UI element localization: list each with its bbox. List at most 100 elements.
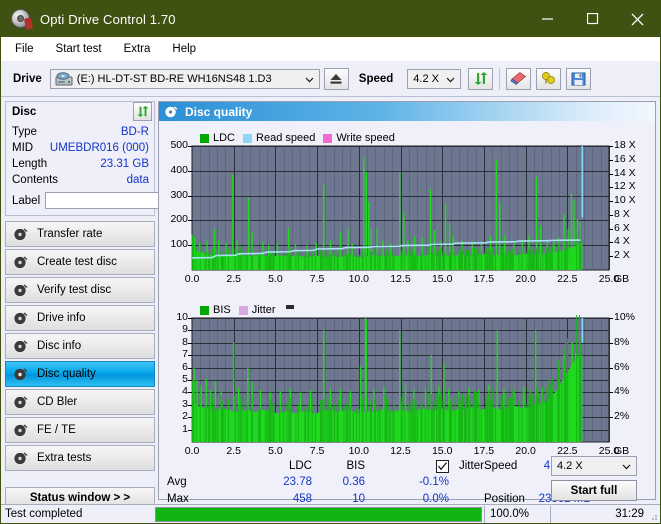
speed-label: Speed	[484, 460, 517, 472]
disc-quality-panel: Disc quality LDCBISJitterAvg23.780.36-0.…	[158, 101, 656, 500]
panel-header: Disc quality	[159, 102, 655, 121]
bis-chart-xtick: 10.0	[347, 445, 371, 457]
ldc-chart-xtick: 22.5	[555, 273, 579, 285]
resize-grip-icon[interactable]	[648, 511, 658, 521]
drive-select[interactable]: (E:) HL-DT-ST BD-RE WH16NS48 1.D3	[50, 69, 320, 89]
sidebar-item-cd-bler[interactable]: CD Bler	[5, 389, 155, 415]
save-icon	[571, 72, 586, 86]
speed-select[interactable]: 4.2 X	[407, 69, 461, 89]
legend-item: Write speed	[323, 132, 395, 144]
close-icon[interactable]	[615, 1, 660, 37]
bulb-button[interactable]	[536, 68, 561, 90]
ldc-column-header: LDC	[289, 460, 312, 472]
erase-button[interactable]	[506, 68, 531, 90]
bis-column-header: BIS	[346, 460, 365, 472]
tick	[609, 242, 613, 243]
disc-panel-header: Disc	[5, 101, 155, 121]
maximize-icon[interactable]	[570, 1, 615, 37]
disc-row-type: Type BD-R	[12, 124, 149, 140]
disc-refresh-button[interactable]	[133, 102, 152, 121]
sidebar-item-label: CD Bler	[37, 396, 77, 408]
tick	[609, 229, 613, 230]
disc-mid-value: UMEBDR016 (000)	[50, 142, 149, 154]
status-bar: Test completed 100.0% 31:29	[1, 504, 660, 523]
sidebar-item-fe-te[interactable]: FE / TE	[5, 417, 155, 443]
refresh-button[interactable]	[468, 68, 493, 90]
tick	[609, 146, 613, 147]
ldc-chart-ytick: 200	[170, 213, 188, 225]
ldc-chart-xtick: 12.5	[389, 273, 413, 285]
bis-avg: 0.36	[343, 476, 365, 488]
sidebar-item-drive-info[interactable]: Drive info	[5, 305, 155, 331]
tick	[609, 215, 613, 216]
sidebar-item-extra-tests[interactable]: Extra tests	[5, 445, 155, 471]
ldc-chart-y2tick: 2 X	[614, 249, 630, 261]
disc-quality-icon	[164, 105, 178, 119]
menu-start-test[interactable]: Start test	[54, 41, 104, 57]
legend-swatch	[323, 134, 332, 143]
legend-label: BIS	[213, 304, 231, 316]
tick	[188, 318, 192, 319]
bis-chart-ytick: 1	[182, 423, 188, 435]
disc-drive-icon	[13, 255, 28, 270]
tick	[609, 160, 613, 161]
bis-chart-y2tick: 2%	[614, 410, 629, 422]
ldc-chart-xtick: 10.0	[347, 273, 371, 285]
drive-label: Drive	[13, 73, 42, 85]
sidebar-item-transfer-rate[interactable]: Transfer rate	[5, 221, 155, 247]
ldc-chart-legend: LDCRead speedWrite speed	[200, 132, 403, 144]
ldc-chart-xtick: 5.0	[263, 273, 287, 285]
save-button[interactable]	[566, 68, 591, 90]
eject-button[interactable]	[324, 68, 349, 90]
result-speed-select[interactable]: 4.2 X	[551, 456, 637, 476]
sidebar-item-disc-info[interactable]: Disc info	[5, 333, 155, 359]
elapsed-time: 31:29	[550, 506, 660, 523]
sidebar-item-create-test-disc[interactable]: Create test disc	[5, 249, 155, 275]
disc-label-row: Label	[12, 191, 149, 210]
app-disc-icon	[10, 8, 32, 30]
result-speed-value: 4.2 X	[552, 460, 583, 472]
menu-bar: File Start test Extra Help	[1, 37, 660, 61]
speed-value: 4.2 X	[408, 73, 439, 85]
minimize-icon[interactable]	[525, 1, 570, 37]
sidebar-item-disc-quality[interactable]: Disc quality	[5, 361, 155, 387]
bis-chart-xtick: 7.5	[305, 445, 329, 457]
disc-row-contents: Contents data	[12, 172, 149, 188]
tick	[188, 368, 192, 369]
chevron-down-icon	[445, 74, 456, 85]
ldc-chart-y2tick: 16 X	[614, 153, 636, 165]
tick	[609, 187, 613, 188]
disc-type-label: Type	[12, 126, 37, 138]
ldc-chart-y2tick: 14 X	[614, 167, 636, 179]
tick	[188, 405, 192, 406]
drive-icon	[55, 72, 73, 87]
menu-help[interactable]: Help	[170, 41, 198, 57]
menu-file[interactable]: File	[13, 41, 36, 57]
bis-chart-ytick: 6	[182, 361, 188, 373]
tick	[609, 174, 613, 175]
tick	[188, 392, 192, 393]
ldc-chart-y2tick: 18 X	[614, 139, 636, 151]
bis-chart-ytick: 10	[176, 311, 188, 323]
chevron-down-icon	[621, 461, 632, 472]
tick	[609, 417, 613, 418]
bis-chart-svg	[159, 315, 655, 447]
ldc-chart-y2tick: 4 X	[614, 235, 630, 247]
ldc-chart-xtick: 20.0	[514, 273, 538, 285]
jitter-marker	[286, 305, 294, 309]
tick	[188, 417, 192, 418]
main-body: Disc Type BD-R MID UMEBDR016 (000)	[1, 97, 660, 500]
menu-extra[interactable]: Extra	[122, 41, 153, 57]
ldc-chart-ytick: 300	[170, 189, 188, 201]
progress-fill	[156, 508, 481, 521]
ldc-chart-y2tick: 12 X	[614, 180, 636, 192]
jitter-checkbox[interactable]	[436, 460, 449, 473]
ldc-chart-ytick: 500	[170, 139, 188, 151]
disc-drive-icon	[13, 423, 28, 438]
legend-label: Read speed	[256, 132, 315, 144]
disc-panel-title: Disc	[12, 106, 36, 118]
bis-chart-ytick: 7	[182, 348, 188, 360]
start-full-button[interactable]: Start full	[551, 480, 637, 501]
bis-chart-y2tick: 4%	[614, 385, 629, 397]
sidebar-item-verify-test-disc[interactable]: Verify test disc	[5, 277, 155, 303]
